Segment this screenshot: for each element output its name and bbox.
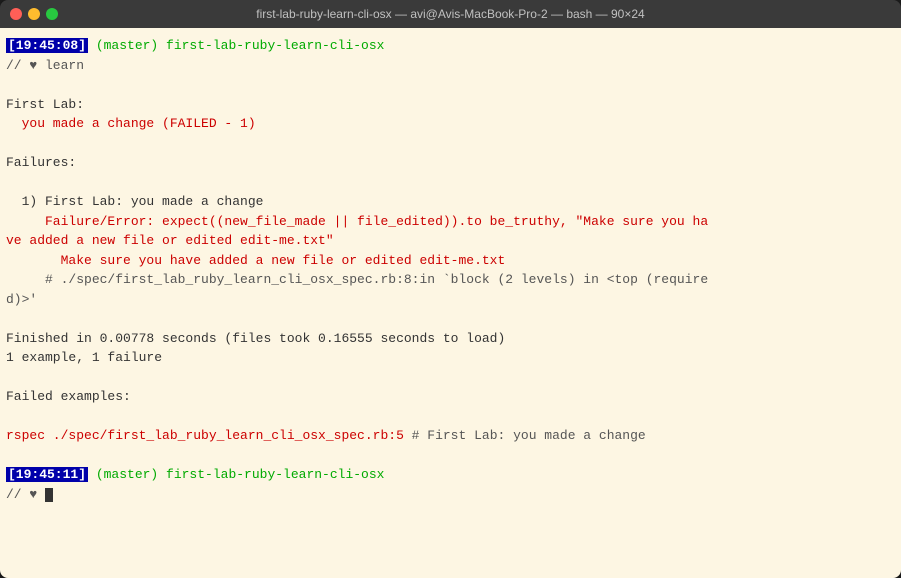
terminal-line: First Lab: [6, 95, 895, 115]
cursor [45, 488, 53, 502]
window-title: first-lab-ruby-learn-cli-osx — avi@Avis-… [256, 7, 644, 21]
close-button[interactable] [10, 8, 22, 20]
terminal-line: Make sure you have added a new file or e… [6, 251, 895, 271]
terminal-line: Finished in 0.00778 seconds (files took … [6, 329, 895, 349]
minimize-button[interactable] [28, 8, 40, 20]
terminal-line [6, 368, 895, 388]
timestamp: [19:45:11] [6, 467, 88, 482]
terminal-line: ve added a new file or edited edit-me.tx… [6, 231, 895, 251]
terminal-line [6, 309, 895, 329]
terminal-line: # ./spec/first_lab_ruby_learn_cli_osx_sp… [6, 270, 895, 290]
terminal-line [6, 173, 895, 193]
terminal-line: [19:45:08] (master) first-lab-ruby-learn… [6, 36, 895, 56]
title-bar: first-lab-ruby-learn-cli-osx — avi@Avis-… [0, 0, 901, 28]
terminal-line: 1 example, 1 failure [6, 348, 895, 368]
terminal-window: first-lab-ruby-learn-cli-osx — avi@Avis-… [0, 0, 901, 578]
terminal-line: Failed examples: [6, 387, 895, 407]
terminal-line: [19:45:11] (master) first-lab-ruby-learn… [6, 465, 895, 485]
terminal-line: 1) First Lab: you made a change [6, 192, 895, 212]
terminal-line: Failures: [6, 153, 895, 173]
traffic-lights [10, 8, 58, 20]
terminal-line [6, 75, 895, 95]
terminal-line: // ♥ learn [6, 56, 895, 76]
timestamp: [19:45:08] [6, 38, 88, 53]
terminal-line: you made a change (FAILED - 1) [6, 114, 895, 134]
terminal-body[interactable]: [19:45:08] (master) first-lab-ruby-learn… [0, 28, 901, 578]
terminal-line: rspec ./spec/first_lab_ruby_learn_cli_os… [6, 426, 895, 446]
terminal-line [6, 446, 895, 466]
terminal-line: d)>' [6, 290, 895, 310]
terminal-line: // ♥ [6, 485, 895, 505]
terminal-line: Failure/Error: expect((new_file_made || … [6, 212, 895, 232]
terminal-line [6, 407, 895, 427]
maximize-button[interactable] [46, 8, 58, 20]
terminal-line [6, 134, 895, 154]
